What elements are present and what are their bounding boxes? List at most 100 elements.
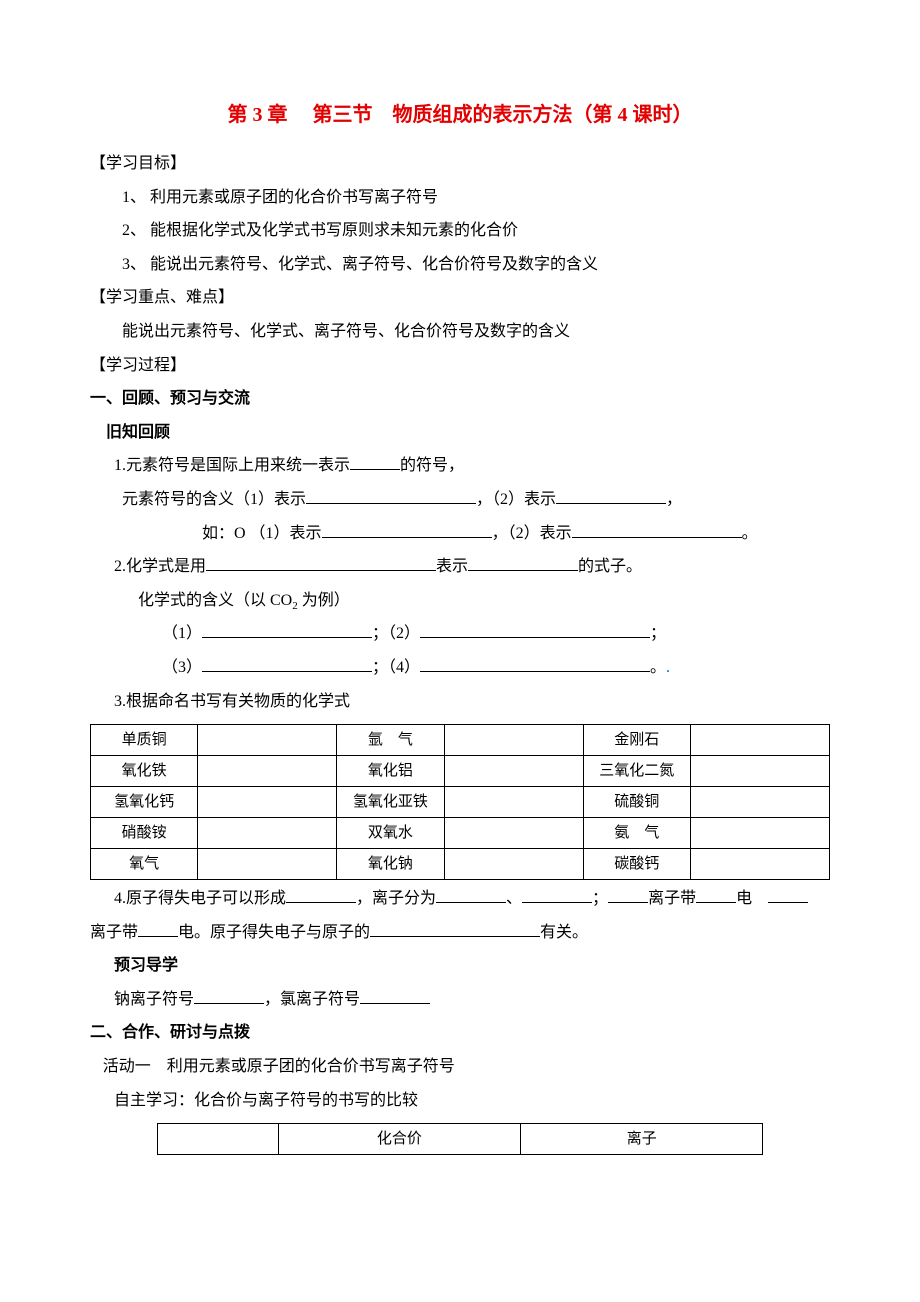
q4-1f: 电 — [736, 890, 752, 907]
table-cell[interactable] — [198, 818, 337, 849]
table-cell[interactable] — [198, 756, 337, 787]
table-cell: 三氧化二氮 — [583, 756, 690, 787]
q2-line4: （3）；（4）。. — [90, 651, 830, 685]
q2-line1-c: 的式子。 — [578, 558, 642, 575]
activity-1-sub: 自主学习：化合价与离子符号的书写的比较 — [90, 1084, 830, 1118]
table-row: 化合价 离子 — [157, 1124, 763, 1155]
table-row: 硝酸铵双氧水氨 气 — [91, 818, 830, 849]
fill-blank[interactable] — [306, 503, 476, 504]
fill-blank[interactable] — [202, 671, 372, 672]
tbl1-body: 单质铜氩 气金刚石氧化铁氧化铝三氧化二氮氢氧化钙氢氧化亚铁硫酸铜硝酸铵双氧水氨 … — [91, 725, 830, 880]
fill-blank[interactable] — [522, 902, 592, 903]
subsection-1-review: 一、回顾、预习与交流 — [90, 382, 830, 416]
table-cell[interactable] — [198, 787, 337, 818]
blue-dot: . — [666, 659, 670, 676]
q1-line2-c: ， — [666, 491, 682, 508]
subsection-2-cooperation: 二、合作、研讨与点拨 — [90, 1016, 830, 1050]
fill-blank[interactable] — [768, 902, 808, 903]
section-heading-keypoints: 【学习重点、难点】 — [90, 281, 830, 315]
valence-ion-compare-table: 化合价 离子 — [157, 1123, 764, 1155]
table-cell[interactable] — [444, 787, 583, 818]
table-cell: 氧化铝 — [337, 756, 444, 787]
table-cell: 氢氧化钙 — [91, 787, 198, 818]
q2-line3-mid: ；（2） — [372, 625, 420, 642]
table-cell: 硝酸铵 — [91, 818, 198, 849]
objective-item-2: 2、 能根据化学式及化学式书写原则求未知元素的化合价 — [90, 214, 830, 248]
keypoints-line: 能说出元素符号、化学式、离子符号、化合价符号及数字的含义 — [90, 315, 830, 349]
fill-blank[interactable] — [350, 469, 400, 470]
document-page: 第 3 章 第三节 物质组成的表示方法（第 4 课时） 【学习目标】 1、 利用… — [0, 0, 920, 1302]
fill-blank[interactable] — [572, 537, 742, 538]
fill-blank[interactable] — [286, 902, 356, 903]
fill-blank[interactable] — [138, 936, 178, 937]
q4-1a: 4.原子得失电子可以形成 — [114, 890, 286, 907]
q1-line2-b: ，（2）表示 — [476, 491, 556, 508]
q2-line4-end: 。 — [650, 659, 666, 676]
fill-blank[interactable] — [206, 570, 436, 571]
q2-line1-b: 表示 — [436, 558, 468, 575]
old-knowledge-heading: 旧知回顾 — [90, 416, 830, 450]
q2-line3-a: （1） — [162, 625, 202, 642]
objective-item-3: 3、 能说出元素符号、化学式、离子符号、化合价符号及数字的含义 — [90, 248, 830, 282]
table-cell: 双氧水 — [337, 818, 444, 849]
q4-1c: 、 — [506, 890, 522, 907]
q2-line1: 2.化学式是用 表示 的式子。 — [90, 550, 830, 584]
fill-blank[interactable] — [696, 902, 736, 903]
table-cell[interactable] — [444, 818, 583, 849]
table-cell: 氧化钠 — [337, 849, 444, 880]
table-row: 氢氧化钙氢氧化亚铁硫酸铜 — [91, 787, 830, 818]
table-cell[interactable] — [444, 725, 583, 756]
table-cell[interactable] — [198, 849, 337, 880]
q1-line1: 1.元素符号是国际上用来统一表示的符号， — [90, 449, 830, 483]
q4-line2: 离子带电。原子得失电子与原子的有关。 — [90, 916, 830, 950]
preview-line: 钠离子符号，氯离子符号 — [90, 983, 830, 1017]
fill-blank[interactable] — [608, 902, 648, 903]
table-cell[interactable] — [690, 756, 829, 787]
fill-blank[interactable] — [436, 902, 506, 903]
fill-blank[interactable] — [202, 637, 372, 638]
document-title: 第 3 章 第三节 物质组成的表示方法（第 4 课时） — [90, 95, 830, 135]
fill-blank[interactable] — [420, 637, 650, 638]
q2-line3-end: ； — [650, 625, 666, 642]
q1-line2-a: 元素符号的含义（1）表示 — [122, 491, 306, 508]
fill-blank[interactable] — [468, 570, 578, 571]
table-cell — [157, 1124, 278, 1155]
table-cell[interactable] — [690, 725, 829, 756]
section-heading-process: 【学习过程】 — [90, 349, 830, 383]
table-cell[interactable] — [690, 849, 829, 880]
q1-line3-a: 如：O （1）表示 — [202, 525, 322, 542]
q2-line3: （1） ；（2） ； — [90, 617, 830, 651]
q3-heading: 3.根据命名书写有关物质的化学式 — [90, 685, 830, 719]
q1-text-b: 的符号， — [400, 457, 464, 474]
fill-blank[interactable] — [322, 537, 492, 538]
q1-line3-b: ，（2）表示 — [492, 525, 572, 542]
preview-heading: 预习导学 — [90, 949, 830, 983]
table-cell[interactable] — [198, 725, 337, 756]
table-cell: 碳酸钙 — [583, 849, 690, 880]
q4-2a: 离子带 — [90, 924, 138, 941]
fill-blank[interactable] — [360, 1003, 430, 1004]
q1-line3: 如：O （1）表示，（2）表示。 — [90, 517, 830, 551]
table-cell[interactable] — [690, 818, 829, 849]
table-cell[interactable] — [690, 787, 829, 818]
fill-blank[interactable] — [420, 671, 650, 672]
fill-blank[interactable] — [556, 503, 666, 504]
table-row: 单质铜氩 气金刚石 — [91, 725, 830, 756]
objective-item-1: 1、 利用元素或原子团的化合价书写离子符号 — [90, 181, 830, 215]
table-cell[interactable] — [444, 849, 583, 880]
q4-2b: 电。原子得失电子与原子的 — [178, 924, 370, 941]
table-cell: 氢氧化亚铁 — [337, 787, 444, 818]
chemical-formula-table: 单质铜氩 气金刚石氧化铁氧化铝三氧化二氮氢氧化钙氢氧化亚铁硫酸铜硝酸铵双氧水氨 … — [90, 724, 830, 880]
fill-blank[interactable] — [370, 936, 540, 937]
activity-1: 活动一 利用元素或原子团的化合价书写离子符号 — [90, 1050, 830, 1084]
pv-a: 钠离子符号 — [114, 991, 194, 1008]
q2-line2-a: 化学式的含义（以 CO — [138, 592, 292, 609]
table-cell: 离子 — [521, 1124, 763, 1155]
q2-line1-a: 2.化学式是用 — [114, 558, 206, 575]
q1-line2: 元素符号的含义（1）表示 ，（2）表示 ， — [90, 483, 830, 517]
q4-1d: ； — [592, 890, 608, 907]
fill-blank[interactable] — [194, 1003, 264, 1004]
table-cell: 氧化铁 — [91, 756, 198, 787]
q2-line2-b: 为例） — [298, 592, 350, 609]
table-cell[interactable] — [444, 756, 583, 787]
